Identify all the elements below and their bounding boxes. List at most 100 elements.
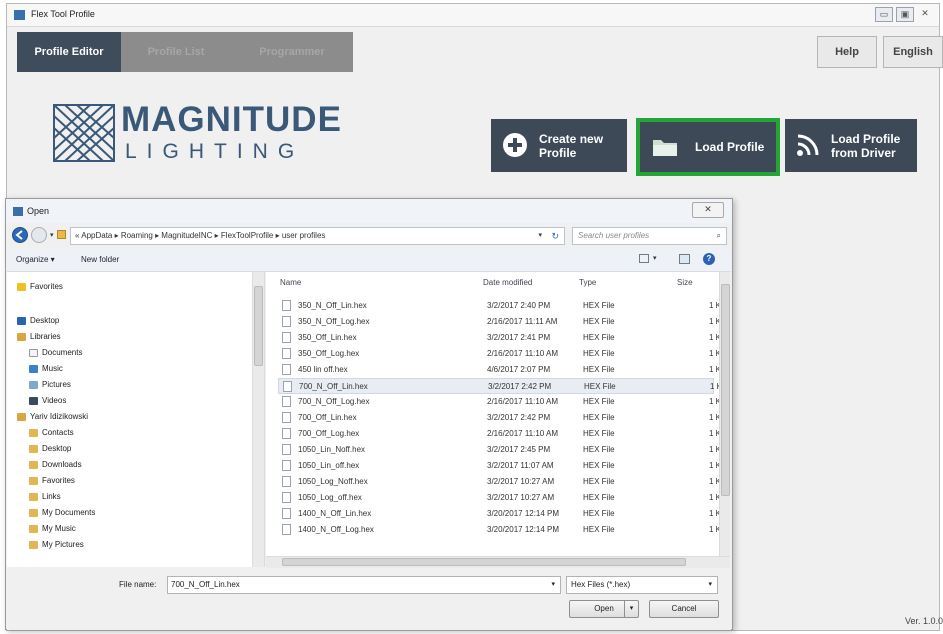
dialog-toolbar: Organize ▾ New folder ▾ ? <box>7 249 731 272</box>
file-row-selected[interactable]: 700_N_Off_Lin.hex 3/2/2017 2:42 PM HEX Fil… <box>278 378 727 394</box>
file-icon <box>282 332 291 343</box>
nav-item-downloads[interactable]: Downloads <box>29 460 82 469</box>
tab-profile-editor[interactable]: Profile Editor <box>17 32 121 72</box>
nav-item-desktop[interactable]: Desktop <box>17 316 59 325</box>
filename-dropdown-icon[interactable]: ▾ <box>551 577 555 593</box>
nav-item-my-music[interactable]: My Music <box>29 524 76 533</box>
chevron-down-icon: ▾ <box>708 581 712 588</box>
cancel-button[interactable]: Cancel <box>649 600 719 618</box>
file-list-scrollbar[interactable] <box>719 272 730 556</box>
nav-item-libraries[interactable]: Libraries <box>17 332 61 341</box>
nav-item-pictures[interactable]: Pictures <box>29 380 71 389</box>
file-icon <box>282 444 291 455</box>
document-icon <box>29 348 38 357</box>
help-button[interactable]: Help <box>817 36 877 68</box>
horizontal-scrollbar-thumb[interactable] <box>282 558 686 566</box>
nav-item-links[interactable]: Links <box>29 492 61 501</box>
organize-button[interactable]: Organize ▾ <box>16 255 55 264</box>
nav-item-documents[interactable]: Documents <box>29 348 82 357</box>
pictures-icon <box>29 380 38 389</box>
nav-item-music[interactable]: Music <box>29 364 63 373</box>
file-icon <box>282 364 291 375</box>
file-row[interactable]: 350_N_Off_Lin.hex 3/2/2017 2:40 PM HEX Fil… <box>278 298 726 314</box>
file-list-horizontal-scrollbar[interactable] <box>266 556 730 568</box>
file-row[interactable]: 350_Off_Log.hex 2/16/2017 11:10 AM HEX Fil… <box>278 346 726 362</box>
dialog-title: Open <box>27 206 50 216</box>
window-title: Flex Tool Profile <box>31 9 95 19</box>
column-name[interactable]: Name <box>280 278 301 287</box>
nav-item-user[interactable]: Yariv Idizikowski <box>17 412 88 421</box>
column-date-modified[interactable]: Date modified <box>483 278 532 287</box>
star-icon <box>17 282 26 291</box>
tab-profile-list[interactable]: Profile List <box>121 32 231 72</box>
view-options-icon[interactable] <box>639 254 649 263</box>
file-row[interactable]: 1050_Log_off.hex 3/2/2017 10:27 AM HEX Fil… <box>278 490 726 506</box>
library-icon <box>17 332 26 341</box>
column-size[interactable]: Size <box>677 278 693 287</box>
tab-programmer[interactable]: Programmer <box>231 32 353 72</box>
back-arrow-icon[interactable] <box>12 227 28 243</box>
refresh-icon[interactable]: ↻ <box>551 228 559 244</box>
file-row[interactable]: 1400_N_Off_Lin.hex 3/20/2017 12:14 PM HEX … <box>278 506 726 522</box>
close-button[interactable]: ✕ <box>917 7 933 20</box>
user-folder-icon <box>17 412 26 421</box>
dialog-title-bar: Open ✕ <box>6 199 732 223</box>
forward-arrow-icon[interactable] <box>31 227 47 243</box>
nav-scrollbar[interactable] <box>252 272 264 567</box>
nav-item-favorites[interactable]: Favorites <box>17 282 63 291</box>
nav-item-my-documents[interactable]: My Documents <box>29 508 95 517</box>
file-type-value: Hex Files (*.hex) <box>571 580 631 589</box>
file-row[interactable]: 1050_Lin_Noff.hex 3/2/2017 2:45 PM HEX Fil… <box>278 442 726 458</box>
maximize-button[interactable]: ▣ <box>896 7 914 22</box>
new-folder-button[interactable]: New folder <box>81 255 119 264</box>
nav-item-my-pictures[interactable]: My Pictures <box>29 540 84 549</box>
file-row[interactable]: 350_N_Off_Log.hex 2/16/2017 11:11 AM HEX F… <box>278 314 726 330</box>
file-row[interactable]: 350_Off_Lin.hex 3/2/2017 2:41 PM HEX File 1… <box>278 330 726 346</box>
file-list-scrollbar-thumb[interactable] <box>721 284 730 496</box>
file-row[interactable]: 450 lin off.hex 4/6/2017 2:07 PM HEX File 1… <box>278 362 726 378</box>
file-row[interactable]: 700_Off_Lin.hex 3/2/2017 2:42 PM HEX File 1… <box>278 410 726 426</box>
file-icon <box>282 460 291 471</box>
open-button[interactable]: Open ▾ <box>569 600 639 618</box>
load-from-driver-button[interactable]: Load Profile from Driver <box>785 119 917 172</box>
folder-icon <box>29 476 38 485</box>
search-input[interactable]: Search user profiles ⌕ <box>572 227 727 245</box>
folder-icon <box>29 428 38 437</box>
address-bar[interactable]: « AppData ▸ Roaming ▸ MagnitudeINC ▸ Fle… <box>70 227 565 245</box>
nav-item-videos[interactable]: Videos <box>29 396 66 405</box>
window-controls: ▭ ▣ ✕ <box>875 7 933 22</box>
folder-icon <box>29 540 38 549</box>
file-icon <box>282 524 291 535</box>
folder-icon <box>29 524 38 533</box>
logo-mark-icon <box>53 104 115 162</box>
file-row[interactable]: 1400_N_Off_Log.hex 3/20/2017 12:14 PM HEX … <box>278 522 726 538</box>
nav-item-user-desktop[interactable]: Desktop <box>29 444 71 453</box>
file-row[interactable]: 1050_Log_Noff.hex 3/2/2017 10:27 AM HEX Fi… <box>278 474 726 490</box>
desktop-icon <box>17 316 26 325</box>
minimize-button[interactable]: ▭ <box>875 7 893 22</box>
preview-pane-icon[interactable] <box>679 254 690 264</box>
dialog-close-button[interactable]: ✕ <box>692 202 724 218</box>
open-options-icon[interactable]: ▾ <box>624 601 638 617</box>
language-button[interactable]: English <box>883 36 943 68</box>
nav-item-user-favorites[interactable]: Favorites <box>29 476 75 485</box>
load-profile-highlight <box>636 118 780 176</box>
help-icon[interactable]: ? <box>703 253 715 265</box>
column-type[interactable]: Type <box>579 278 596 287</box>
plus-icon <box>503 133 527 157</box>
search-icon[interactable]: ⌕ <box>717 228 721 244</box>
filename-value: 700_N_Off_Lin.hex <box>171 580 240 589</box>
nav-scrollbar-thumb[interactable] <box>254 286 263 366</box>
file-row[interactable]: 700_N_Off_Log.hex 2/16/2017 11:10 AM HEX F… <box>278 394 726 410</box>
create-profile-button[interactable]: Create new Profile <box>491 119 627 172</box>
file-type-select[interactable]: Hex Files (*.hex) ▾ <box>566 576 718 594</box>
nav-item-contacts[interactable]: Contacts <box>29 428 74 437</box>
file-row[interactable]: 700_Off_Log.hex 2/16/2017 11:10 AM HEX Fil… <box>278 426 726 442</box>
filename-input[interactable]: 700_N_Off_Lin.hex ▾ <box>167 576 561 594</box>
file-icon <box>282 428 291 439</box>
file-row[interactable]: 1050_Lin_off.hex 3/2/2017 11:07 AM HEX Fil… <box>278 458 726 474</box>
history-dropdown-icon[interactable]: ▾ <box>50 231 54 239</box>
address-dropdown-icon[interactable]: ▾ <box>538 228 542 244</box>
open-dialog: Open ✕ ▾ « AppData ▸ Roaming ▸ Magnitude… <box>5 198 733 630</box>
view-dropdown-icon[interactable]: ▾ <box>653 254 657 262</box>
